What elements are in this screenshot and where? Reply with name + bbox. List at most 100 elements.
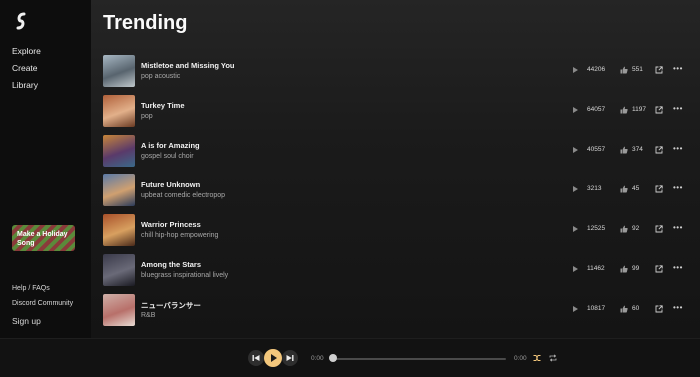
song-title[interactable]: A is for Amazing [141, 141, 200, 150]
song-title[interactable]: Among the Stars [141, 260, 201, 269]
discord-community-link[interactable]: Discord Community [12, 299, 73, 314]
nav-explore[interactable]: Explore [12, 45, 41, 62]
song-title[interactable]: Mistletoe and Missing You [141, 61, 234, 70]
next-button[interactable] [282, 350, 298, 366]
more-icon[interactable]: ••• [673, 104, 683, 113]
song-stats: 3213 45 ••• [573, 183, 693, 196]
sign-up-link[interactable]: Sign up [12, 316, 73, 331]
play-icon[interactable] [573, 265, 578, 272]
more-icon[interactable]: ••• [673, 303, 683, 312]
song-row[interactable]: Mistletoe and Missing You pop acoustic 4… [103, 55, 693, 95]
song-cover[interactable] [103, 55, 135, 87]
previous-icon [252, 355, 260, 361]
song-stats: 10817 60 ••• [573, 303, 693, 316]
like-count: 551 [632, 66, 643, 73]
more-icon[interactable]: ••• [673, 183, 683, 192]
thumbs-up-icon[interactable] [620, 225, 628, 233]
thumbs-up-icon[interactable] [620, 66, 628, 74]
previous-button[interactable] [248, 350, 264, 366]
play-icon[interactable] [573, 186, 578, 193]
song-row[interactable]: Among the Stars bluegrass inspirational … [103, 253, 693, 294]
more-icon[interactable]: ••• [673, 144, 683, 153]
total-time: 0:00 [514, 355, 527, 362]
share-icon[interactable] [655, 225, 663, 233]
play-icon[interactable] [573, 146, 578, 153]
like-count: 99 [632, 264, 640, 272]
song-cover[interactable] [103, 174, 135, 207]
like-count: 60 [632, 304, 640, 312]
song-row[interactable]: Turkey Time pop 64057 1197 ••• [103, 94, 693, 135]
song-genre: pop [141, 112, 153, 120]
play-icon[interactable] [573, 226, 578, 233]
song-stats: 44206 551 ••• [573, 64, 693, 77]
share-icon[interactable] [655, 305, 663, 313]
play-icon[interactable] [573, 305, 578, 312]
like-count: 45 [632, 185, 640, 193]
song-title[interactable]: Turkey Time [141, 101, 185, 110]
play-icon[interactable] [573, 67, 578, 73]
song-cover[interactable] [103, 293, 135, 326]
thumbs-up-icon[interactable] [620, 305, 628, 313]
song-cover[interactable] [103, 94, 135, 127]
make-holiday-song-button[interactable]: Make a Holiday Song [12, 225, 75, 251]
play-count: 3213 [587, 185, 602, 193]
like-count: 374 [632, 145, 643, 153]
song-genre: chill hip-hop empowering [141, 232, 219, 240]
shuffle-icon[interactable] [533, 354, 541, 362]
share-icon[interactable] [655, 145, 663, 154]
thumbs-up-icon[interactable] [620, 265, 628, 273]
song-row[interactable]: Warrior Princess chill hip-hop empowerin… [103, 214, 693, 254]
main-content: Trending Mistletoe and Missing You pop a… [91, 0, 700, 338]
song-list: Mistletoe and Missing You pop acoustic 4… [103, 55, 693, 334]
page-title: Trending [103, 12, 188, 34]
song-cover[interactable] [103, 134, 135, 167]
progress-track[interactable] [332, 358, 506, 360]
song-genre: bluegrass inspirational lively [141, 271, 229, 279]
share-icon[interactable] [655, 185, 663, 193]
thumbs-up-icon[interactable] [620, 106, 628, 114]
like-count: 1197 [632, 105, 646, 113]
more-icon[interactable]: ••• [673, 64, 683, 73]
like-count: 92 [632, 225, 640, 233]
thumbs-up-icon[interactable] [620, 146, 628, 154]
play-icon[interactable] [573, 106, 578, 113]
play-count: 11462 [587, 264, 605, 272]
song-row[interactable]: Future Unknown upbeat comedic electropop… [103, 174, 693, 214]
next-icon [286, 355, 294, 361]
play-count: 40557 [587, 145, 606, 153]
song-title[interactable]: Warrior Princess [141, 220, 201, 229]
song-stats: 11462 99 ••• [573, 263, 693, 276]
play-count: 44206 [587, 66, 606, 73]
song-stats: 40557 374 ••• [573, 144, 693, 157]
song-cover[interactable] [103, 253, 135, 286]
share-icon[interactable] [655, 106, 663, 114]
sidebar-footer-links: Help / FAQs Discord Community Sign up [12, 284, 73, 331]
share-icon[interactable] [655, 265, 663, 273]
play-icon [271, 354, 277, 362]
play-count: 10817 [587, 304, 606, 312]
play-button[interactable] [264, 349, 282, 367]
song-cover[interactable] [103, 214, 135, 247]
progress-knob[interactable] [329, 354, 337, 362]
nav-create[interactable]: Create [12, 62, 41, 79]
help-faqs-link[interactable]: Help / FAQs [12, 284, 73, 299]
player-bar: 0:00 0:00 [0, 338, 700, 377]
song-stats: 64057 1197 ••• [573, 104, 693, 117]
song-title[interactable]: Future Unknown [141, 180, 200, 189]
song-row[interactable]: A is for Amazing gospel soul choir 40557… [103, 134, 693, 175]
song-genre: R&B [141, 311, 156, 319]
thumbs-up-icon[interactable] [620, 185, 628, 193]
nav-library[interactable]: Library [12, 79, 41, 96]
suno-logo-icon[interactable] [12, 12, 30, 30]
song-stats: 12525 92 ••• [573, 223, 693, 236]
song-genre: pop acoustic [141, 73, 181, 80]
song-title[interactable]: ニューバランサー [141, 300, 201, 311]
play-count: 64057 [587, 105, 606, 113]
sidebar: Explore Create Library Make a Holiday So… [0, 0, 91, 338]
more-icon[interactable]: ••• [673, 263, 683, 272]
song-row[interactable]: ニューバランサー R&B 10817 60 ••• [103, 293, 693, 334]
share-icon[interactable] [655, 66, 663, 74]
current-time: 0:00 [311, 355, 324, 362]
more-icon[interactable]: ••• [673, 223, 683, 232]
repeat-icon[interactable] [549, 354, 557, 362]
